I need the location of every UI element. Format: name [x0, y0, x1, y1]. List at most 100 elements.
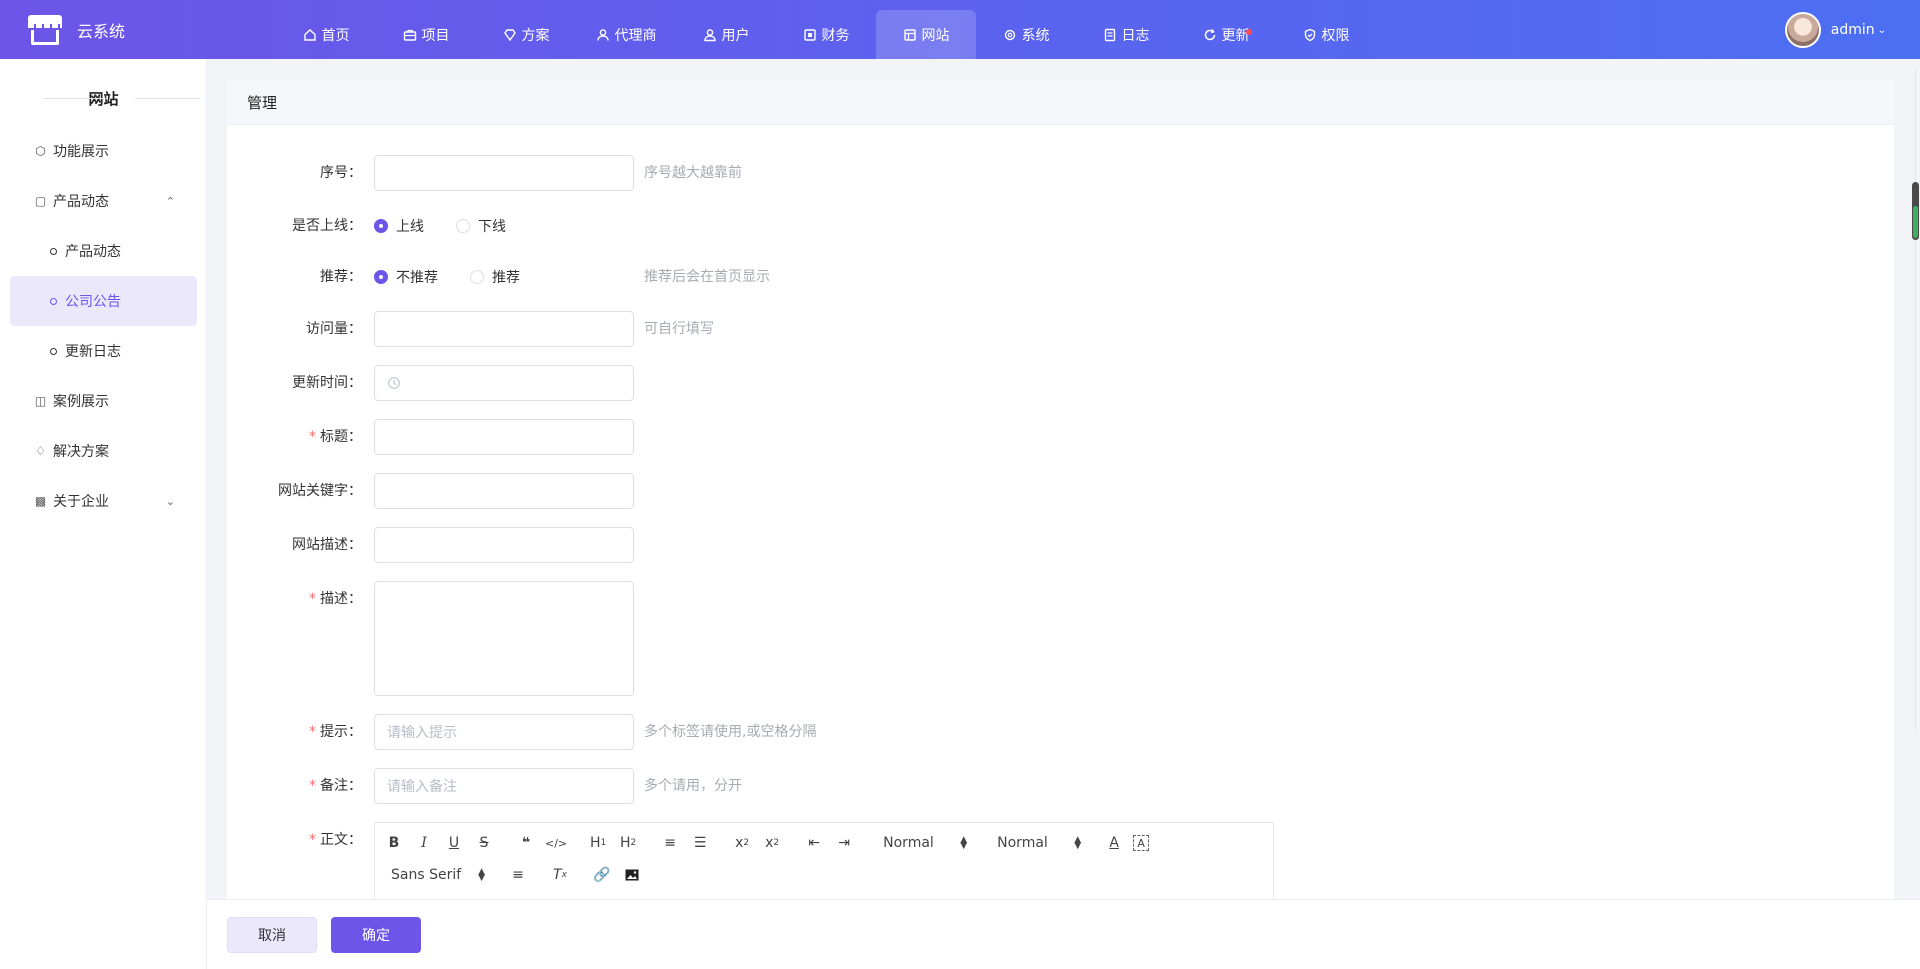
user-menu[interactable]: admin ⌄: [1784, 11, 1886, 49]
body-label: * 正文：: [227, 822, 374, 858]
recommend-radio-yes[interactable]: 推荐: [470, 267, 520, 287]
avatar[interactable]: [1784, 12, 1821, 48]
recommend-radio-no[interactable]: 不推荐: [374, 267, 438, 287]
bullet-list-icon[interactable]: ☰: [689, 831, 711, 855]
blockquote-icon[interactable]: ❝: [515, 831, 537, 855]
header-select-1[interactable]: Normal ▲ ▼: [875, 831, 975, 855]
superscript-icon[interactable]: x2: [761, 831, 783, 855]
background-color-icon[interactable]: A: [1133, 835, 1150, 851]
sidebar-item-label: 产品动态: [53, 194, 109, 210]
nav-label: 用户: [721, 27, 750, 44]
nav-item-home[interactable]: 首页: [276, 10, 376, 59]
circle-icon: [50, 247, 57, 255]
sidebar-item-label: 案例展示: [53, 394, 109, 410]
form-row-site-desc: 网站描述：: [227, 527, 634, 563]
indent-icon[interactable]: ⇥: [833, 831, 855, 855]
form-footer: 取消 确定: [207, 899, 1920, 969]
sidebar-item-label: 解决方案: [53, 444, 109, 460]
nav-item-permissions[interactable]: 权限: [1276, 10, 1376, 59]
visits-hint: 可自行填写: [644, 321, 714, 337]
sidebar-item-solutions[interactable]: ♢ 解决方案: [10, 426, 197, 476]
diamond-icon: [503, 28, 516, 41]
form-row-title: * 标题：: [227, 419, 634, 455]
order-input[interactable]: [374, 155, 634, 191]
align-icon[interactable]: ≡: [507, 863, 529, 887]
header-select-2[interactable]: Normal ▲ ▼: [989, 831, 1089, 855]
label-text: 备注：: [320, 778, 362, 794]
sidebar-item-about[interactable]: ▩ 关于企业 ⌄: [10, 476, 197, 526]
sidebar-title: 网站: [0, 88, 207, 109]
heading2-icon[interactable]: H2: [617, 831, 639, 855]
sidebar-item-label: 更新日志: [65, 344, 121, 360]
label-text: 标题：: [320, 429, 362, 445]
scrollbar-thumb[interactable]: [1912, 182, 1919, 240]
keywords-label: 网站关键字：: [278, 483, 362, 499]
rich-text-editor: B I U S ❝ </> H1 H2 ≡ ☰ x2 x2 ⇤ ⇥ Normal…: [374, 822, 1274, 902]
update-badge: [1246, 29, 1252, 35]
site-desc-input[interactable]: [374, 527, 634, 563]
remark-input[interactable]: 请输入备注: [374, 768, 634, 804]
nav-item-website[interactable]: 网站: [876, 10, 976, 59]
form-row-order: 序号： 序号越大越靠前: [227, 155, 742, 191]
nav-item-system[interactable]: 系统: [976, 10, 1076, 59]
tips-input[interactable]: 请输入提示: [374, 714, 634, 750]
radio-label: 上线: [396, 219, 424, 235]
nav-item-users[interactable]: 用户: [676, 10, 776, 59]
username: admin: [1830, 22, 1875, 38]
nav-item-updates[interactable]: 更新: [1176, 10, 1276, 59]
panel-header: 管理: [227, 80, 1894, 125]
circle-icon: [50, 297, 57, 305]
sidebar-item-cases[interactable]: ◫ 案例展示: [10, 376, 197, 426]
visits-label: 访问量：: [306, 321, 362, 337]
sidebar-item-features[interactable]: ⬡ 功能展示: [10, 126, 197, 176]
nav-item-projects[interactable]: 项目: [376, 10, 476, 59]
code-icon[interactable]: </>: [545, 831, 567, 855]
update-time-picker[interactable]: [374, 365, 634, 401]
radio-label: 不推荐: [396, 270, 438, 286]
font-color-icon[interactable]: A: [1103, 831, 1125, 855]
sidebar-subitem-company-notice[interactable]: 公司公告: [10, 276, 197, 326]
circle-icon: [50, 347, 57, 355]
confirm-button[interactable]: 确定: [331, 917, 421, 953]
keywords-input[interactable]: [374, 473, 634, 509]
page-scrollbar[interactable]: [1911, 59, 1920, 969]
cube-icon: ⬡: [35, 144, 46, 158]
bold-icon[interactable]: B: [383, 831, 405, 855]
ordered-list-icon[interactable]: ≡: [659, 831, 681, 855]
clear-format-icon[interactable]: Tx: [549, 863, 571, 887]
sidebar-item-label: 公司公告: [65, 294, 121, 310]
link-icon[interactable]: 🔗: [591, 863, 613, 887]
outdent-icon[interactable]: ⇤: [803, 831, 825, 855]
sort-arrows-icon: ▲ ▼: [478, 867, 485, 883]
form-row-visits: 访问量： 可自行填写: [227, 311, 714, 347]
main-nav: 首页 项目 方案 代理商 用户 财务 网站 系统 日志 更新 权限: [276, 10, 1376, 59]
label-text: 正文：: [320, 832, 362, 848]
image-icon[interactable]: [621, 863, 643, 887]
visits-input[interactable]: [374, 311, 634, 347]
online-radio-off[interactable]: 下线: [456, 216, 506, 236]
label-text: 提示：: [320, 724, 362, 740]
sidebar-item-product-news-group[interactable]: ▢ 产品动态 ⌃: [10, 176, 197, 226]
layout-icon: [903, 28, 916, 41]
heading1-icon[interactable]: H1: [587, 831, 609, 855]
font-family-select[interactable]: Sans Serif ▲ ▼: [383, 863, 493, 887]
online-radio-on[interactable]: 上线: [374, 216, 424, 236]
nav-item-solutions[interactable]: 方案: [476, 10, 576, 59]
sidebar-subitem-product-news[interactable]: 产品动态: [10, 226, 197, 276]
showcase-icon: ◫: [34, 394, 47, 408]
nav-item-logs[interactable]: 日志: [1076, 10, 1176, 59]
description-textarea[interactable]: [374, 581, 634, 696]
sidebar-subitem-changelog[interactable]: 更新日志: [10, 326, 197, 376]
strikethrough-icon[interactable]: S: [473, 831, 495, 855]
form-row-online: 是否上线： 上线 下线: [227, 208, 538, 244]
cancel-button[interactable]: 取消: [227, 917, 317, 953]
italic-icon[interactable]: I: [413, 831, 435, 855]
subscript-icon[interactable]: x2: [731, 831, 753, 855]
chevron-down-icon: ⌄: [1877, 24, 1886, 36]
underline-icon[interactable]: U: [443, 831, 465, 855]
nav-item-agents[interactable]: 代理商: [576, 10, 676, 59]
brand[interactable]: 云系统: [28, 14, 125, 46]
title-input[interactable]: [374, 419, 634, 455]
sort-arrows-icon: ▲ ▼: [960, 835, 968, 851]
nav-item-finance[interactable]: 财务: [776, 10, 876, 59]
